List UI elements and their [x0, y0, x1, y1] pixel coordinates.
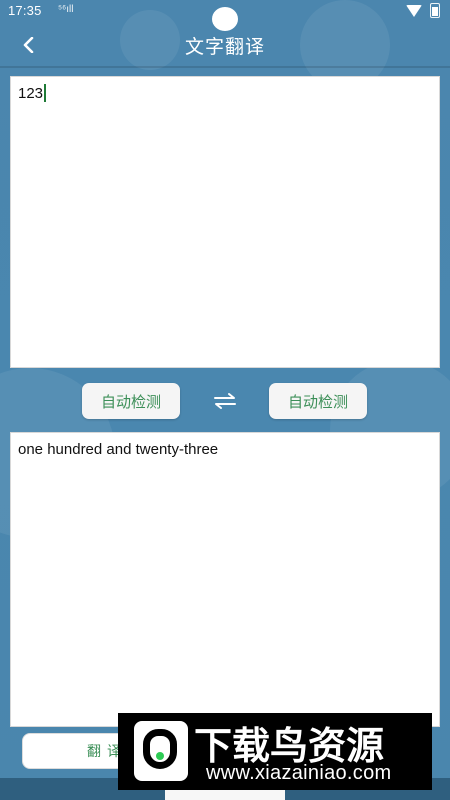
watermark-logo: [134, 721, 188, 781]
logo-dot: [156, 752, 164, 760]
translation-result-text: one hundred and twenty-three: [18, 441, 219, 458]
swap-languages-button[interactable]: [209, 388, 241, 414]
source-text-content: 123: [18, 84, 46, 102]
source-language-button[interactable]: 自动检测: [82, 383, 180, 419]
target-language-button[interactable]: 自动检测: [269, 383, 367, 419]
swap-arrows-icon: [214, 393, 236, 409]
page-title: 文字翻译: [184, 36, 265, 58]
text-cursor: [44, 84, 46, 102]
app-bar: 文字翻译: [0, 24, 450, 66]
source-text-value: 123: [18, 84, 44, 102]
status-time: 17:35: [8, 3, 42, 18]
signal-indicator: ⁵⁶ıll: [58, 4, 74, 15]
watermark-overlay: 下载鸟资源 www.xiazainiao.com: [118, 713, 432, 790]
wifi-icon: [406, 4, 422, 17]
source-text-input[interactable]: 123: [10, 76, 440, 368]
status-icons: [406, 3, 440, 18]
battery-icon: [430, 3, 440, 18]
app-bar-divider: [0, 66, 450, 68]
translation-result-box[interactable]: one hundred and twenty-three: [10, 432, 440, 727]
watermark-url: www.xiazainiao.com: [206, 762, 392, 784]
